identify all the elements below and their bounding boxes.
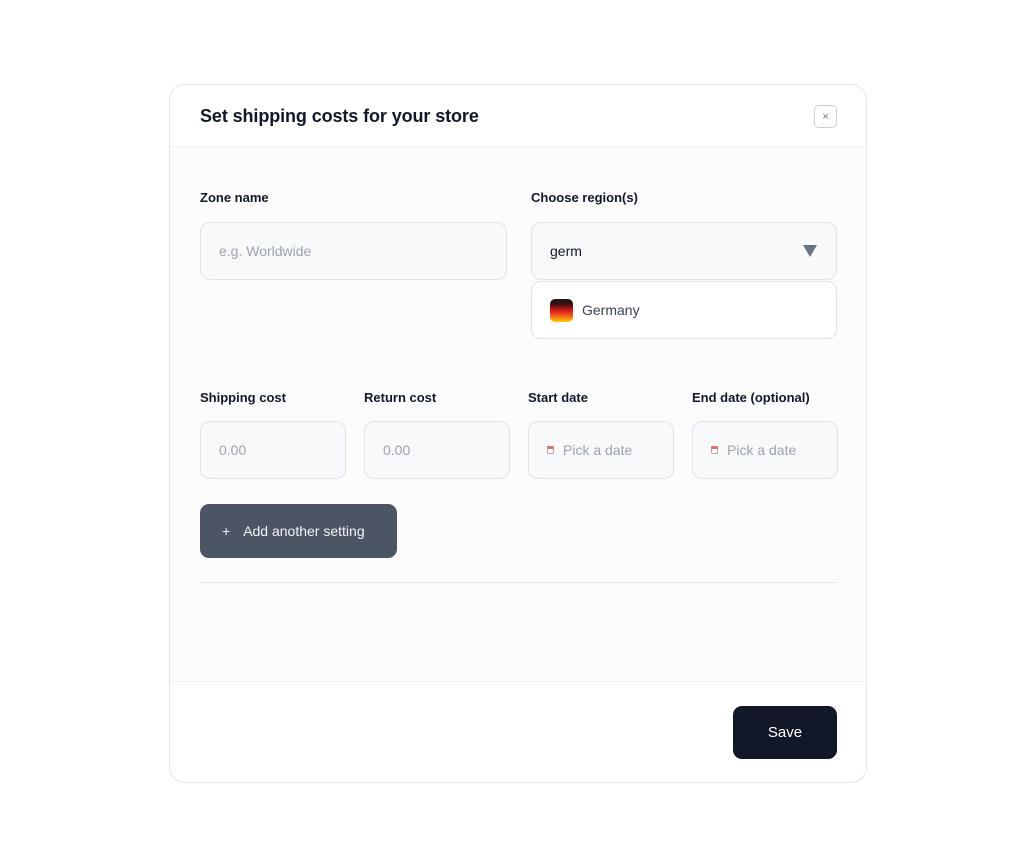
close-button[interactable]: × [814, 105, 837, 128]
return-cost-placeholder: 0.00 [383, 442, 411, 458]
region-label: Choose region(s) [531, 190, 638, 205]
close-icon: × [822, 110, 829, 123]
germany-flag-icon [550, 298, 573, 322]
calendar-icon [547, 446, 554, 454]
shipping-modal: Set shipping costs for your store × Zone… [169, 84, 867, 783]
modal-header: Set shipping costs for your store × [170, 85, 866, 147]
save-button[interactable]: Save [733, 706, 837, 759]
end-date-picker[interactable]: Pick a date [692, 421, 838, 479]
calendar-icon [711, 446, 718, 454]
modal-footer: Save [170, 681, 866, 782]
region-search-value: germ [550, 243, 582, 259]
shipping-cost-label: Shipping cost [200, 390, 286, 405]
add-setting-label: Add another setting [243, 523, 365, 539]
zone-name-placeholder: e.g. Worldwide [219, 243, 312, 259]
region-select[interactable]: germ [531, 222, 837, 280]
end-date-label: End date (optional) [692, 390, 810, 405]
return-cost-label: Return cost [364, 390, 437, 405]
return-cost-input[interactable]: 0.00 [364, 421, 510, 479]
start-date-placeholder: Pick a date [563, 442, 633, 458]
region-option-germany[interactable]: Germany [531, 281, 837, 339]
start-date-label: Start date [528, 390, 588, 405]
region-option-label: Germany [582, 302, 640, 318]
shipping-cost-input[interactable]: 0.00 [200, 421, 346, 479]
add-setting-button[interactable]: + Add another setting [200, 504, 397, 558]
zone-name-input[interactable]: e.g. Worldwide [200, 222, 507, 280]
modal-title: Set shipping costs for your store [200, 106, 479, 126]
zone-name-label: Zone name [200, 190, 269, 205]
start-date-picker[interactable]: Pick a date [528, 421, 674, 479]
end-date-placeholder: Pick a date [727, 442, 797, 458]
chevron-down-icon[interactable] [803, 245, 817, 257]
plus-icon: + [222, 523, 231, 539]
shipping-cost-placeholder: 0.00 [219, 442, 247, 458]
divider [200, 582, 837, 583]
